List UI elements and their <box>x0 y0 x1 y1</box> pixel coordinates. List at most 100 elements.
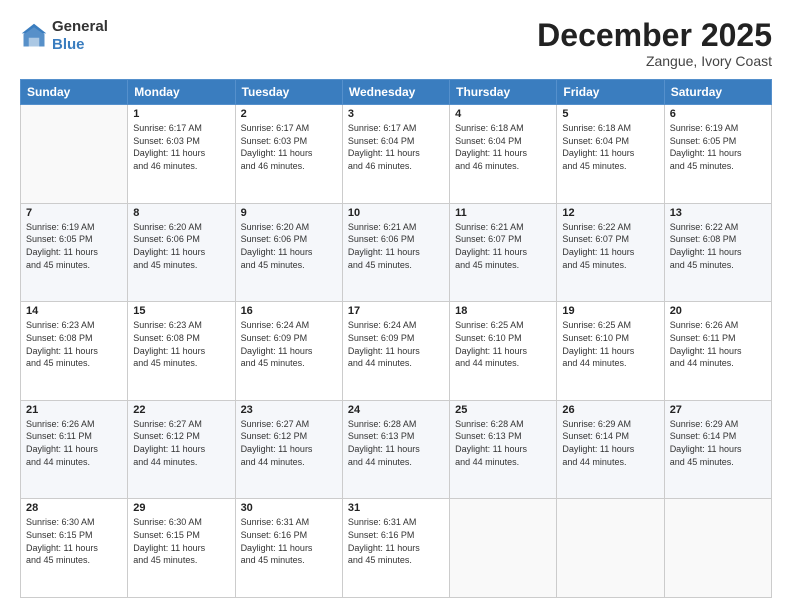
calendar-cell: 22 Sunrise: 6:27 AM Sunset: 6:12 PM Dayli… <box>128 400 235 499</box>
day-info: Sunrise: 6:21 AM Sunset: 6:06 PM Dayligh… <box>348 221 444 271</box>
day-number: 1 <box>133 108 229 120</box>
col-header-wednesday: Wednesday <box>342 80 449 105</box>
day-info: Sunrise: 6:29 AM Sunset: 6:14 PM Dayligh… <box>562 418 658 468</box>
day-number: 7 <box>26 207 122 219</box>
day-info: Sunrise: 6:20 AM Sunset: 6:06 PM Dayligh… <box>133 221 229 271</box>
calendar-cell: 13 Sunrise: 6:22 AM Sunset: 6:08 PM Dayli… <box>664 203 771 302</box>
day-info: Sunrise: 6:20 AM Sunset: 6:06 PM Dayligh… <box>241 221 337 271</box>
calendar-cell <box>450 499 557 598</box>
col-header-saturday: Saturday <box>664 80 771 105</box>
day-number: 24 <box>348 404 444 416</box>
day-number: 12 <box>562 207 658 219</box>
day-info: Sunrise: 6:23 AM Sunset: 6:08 PM Dayligh… <box>133 319 229 369</box>
calendar-cell: 11Sunrise: 6:21 AM Sunset: 6:07 PM Dayli… <box>450 203 557 302</box>
calendar-cell: 5 Sunrise: 6:18 AM Sunset: 6:04 PM Daylig… <box>557 105 664 204</box>
col-header-monday: Monday <box>128 80 235 105</box>
calendar-cell: 7 Sunrise: 6:19 AM Sunset: 6:05 PM Daylig… <box>21 203 128 302</box>
day-info: Sunrise: 6:21 AM Sunset: 6:07 PM Dayligh… <box>455 221 551 271</box>
calendar-cell: 19 Sunrise: 6:25 AM Sunset: 6:10 PM Dayli… <box>557 302 664 401</box>
location: Zangue, Ivory Coast <box>537 53 772 69</box>
calendar-cell: 17 Sunrise: 6:24 AM Sunset: 6:09 PM Dayli… <box>342 302 449 401</box>
calendar-cell: 30Sunrise: 6:31 AM Sunset: 6:16 PM Dayli… <box>235 499 342 598</box>
day-number: 26 <box>562 404 658 416</box>
calendar-cell: 24 Sunrise: 6:28 AM Sunset: 6:13 PM Dayli… <box>342 400 449 499</box>
day-info: Sunrise: 6:22 AM Sunset: 6:07 PM Dayligh… <box>562 221 658 271</box>
calendar-cell: 2Sunrise: 6:17 AM Sunset: 6:03 PM Daylig… <box>235 105 342 204</box>
day-info: Sunrise: 6:26 AM Sunset: 6:11 PM Dayligh… <box>670 319 766 369</box>
col-header-thursday: Thursday <box>450 80 557 105</box>
day-info: Sunrise: 6:22 AM Sunset: 6:08 PM Dayligh… <box>670 221 766 271</box>
day-info: Sunrise: 6:28 AM Sunset: 6:13 PM Dayligh… <box>348 418 444 468</box>
calendar-cell: 8 Sunrise: 6:20 AM Sunset: 6:06 PM Daylig… <box>128 203 235 302</box>
title-block: December 2025 Zangue, Ivory Coast <box>537 18 772 69</box>
day-info: Sunrise: 6:18 AM Sunset: 6:04 PM Dayligh… <box>455 122 551 172</box>
day-info: Sunrise: 6:17 AM Sunset: 6:04 PM Dayligh… <box>348 122 444 172</box>
day-number: 28 <box>26 502 122 514</box>
col-header-sunday: Sunday <box>21 80 128 105</box>
day-info: Sunrise: 6:25 AM Sunset: 6:10 PM Dayligh… <box>562 319 658 369</box>
day-number: 15 <box>133 305 229 317</box>
day-number: 10 <box>348 207 444 219</box>
day-number: 29 <box>133 502 229 514</box>
calendar-cell: 3 Sunrise: 6:17 AM Sunset: 6:04 PM Daylig… <box>342 105 449 204</box>
day-info: Sunrise: 6:24 AM Sunset: 6:09 PM Dayligh… <box>348 319 444 369</box>
day-info: Sunrise: 6:30 AM Sunset: 6:15 PM Dayligh… <box>26 516 122 566</box>
calendar-cell: 9 Sunrise: 6:20 AM Sunset: 6:06 PM Daylig… <box>235 203 342 302</box>
day-info: Sunrise: 6:25 AM Sunset: 6:10 PM Dayligh… <box>455 319 551 369</box>
month-title: December 2025 <box>537 18 772 53</box>
col-header-friday: Friday <box>557 80 664 105</box>
week-row-3: 14 Sunrise: 6:23 AM Sunset: 6:08 PM Dayli… <box>21 302 772 401</box>
day-info: Sunrise: 6:23 AM Sunset: 6:08 PM Dayligh… <box>26 319 122 369</box>
day-number: 14 <box>26 305 122 317</box>
calendar-cell: 10 Sunrise: 6:21 AM Sunset: 6:06 PM Dayli… <box>342 203 449 302</box>
day-info: Sunrise: 6:27 AM Sunset: 6:12 PM Dayligh… <box>133 418 229 468</box>
logo-blue: Blue <box>52 36 108 54</box>
col-header-tuesday: Tuesday <box>235 80 342 105</box>
calendar-cell: 6Sunrise: 6:19 AM Sunset: 6:05 PM Daylig… <box>664 105 771 204</box>
day-info: Sunrise: 6:24 AM Sunset: 6:09 PM Dayligh… <box>241 319 337 369</box>
calendar-cell: 21Sunrise: 6:26 AM Sunset: 6:11 PM Dayli… <box>21 400 128 499</box>
calendar-cell: 4 Sunrise: 6:18 AM Sunset: 6:04 PM Daylig… <box>450 105 557 204</box>
day-info: Sunrise: 6:19 AM Sunset: 6:05 PM Dayligh… <box>26 221 122 271</box>
day-number: 2 <box>241 108 337 120</box>
day-info: Sunrise: 6:31 AM Sunset: 6:16 PM Dayligh… <box>348 516 444 566</box>
calendar-cell: 15 Sunrise: 6:23 AM Sunset: 6:08 PM Dayli… <box>128 302 235 401</box>
day-number: 5 <box>562 108 658 120</box>
logo-general: General <box>52 18 108 36</box>
day-number: 16 <box>241 305 337 317</box>
header: General Blue December 2025 Zangue, Ivory… <box>20 18 772 69</box>
calendar-table: SundayMondayTuesdayWednesdayThursdayFrid… <box>20 79 772 598</box>
day-info: Sunrise: 6:28 AM Sunset: 6:13 PM Dayligh… <box>455 418 551 468</box>
day-number: 31 <box>348 502 444 514</box>
day-number: 19 <box>562 305 658 317</box>
day-info: Sunrise: 6:31 AM Sunset: 6:16 PM Dayligh… <box>241 516 337 566</box>
day-number: 3 <box>348 108 444 120</box>
day-number: 27 <box>670 404 766 416</box>
calendar-cell: 14 Sunrise: 6:23 AM Sunset: 6:08 PM Dayli… <box>21 302 128 401</box>
day-number: 20 <box>670 305 766 317</box>
day-number: 25 <box>455 404 551 416</box>
day-number: 13 <box>670 207 766 219</box>
day-info: Sunrise: 6:26 AM Sunset: 6:11 PM Dayligh… <box>26 418 122 468</box>
day-number: 17 <box>348 305 444 317</box>
week-row-1: 1 Sunrise: 6:17 AM Sunset: 6:03 PM Daylig… <box>21 105 772 204</box>
day-info: Sunrise: 6:18 AM Sunset: 6:04 PM Dayligh… <box>562 122 658 172</box>
day-info: Sunrise: 6:17 AM Sunset: 6:03 PM Dayligh… <box>133 122 229 172</box>
logo: General Blue <box>20 18 108 54</box>
day-number: 4 <box>455 108 551 120</box>
day-number: 9 <box>241 207 337 219</box>
day-number: 8 <box>133 207 229 219</box>
day-info: Sunrise: 6:29 AM Sunset: 6:14 PM Dayligh… <box>670 418 766 468</box>
week-row-4: 21Sunrise: 6:26 AM Sunset: 6:11 PM Dayli… <box>21 400 772 499</box>
calendar-header-row: SundayMondayTuesdayWednesdayThursdayFrid… <box>21 80 772 105</box>
day-info: Sunrise: 6:19 AM Sunset: 6:05 PM Dayligh… <box>670 122 766 172</box>
day-number: 22 <box>133 404 229 416</box>
day-number: 23 <box>241 404 337 416</box>
calendar-cell: 20 Sunrise: 6:26 AM Sunset: 6:11 PM Dayli… <box>664 302 771 401</box>
calendar-cell: 28 Sunrise: 6:30 AM Sunset: 6:15 PM Dayli… <box>21 499 128 598</box>
logo-icon <box>20 22 48 50</box>
calendar-cell: 29 Sunrise: 6:30 AM Sunset: 6:15 PM Dayli… <box>128 499 235 598</box>
calendar-cell: 31 Sunrise: 6:31 AM Sunset: 6:16 PM Dayli… <box>342 499 449 598</box>
day-info: Sunrise: 6:30 AM Sunset: 6:15 PM Dayligh… <box>133 516 229 566</box>
calendar-cell: 27 Sunrise: 6:29 AM Sunset: 6:14 PM Dayli… <box>664 400 771 499</box>
